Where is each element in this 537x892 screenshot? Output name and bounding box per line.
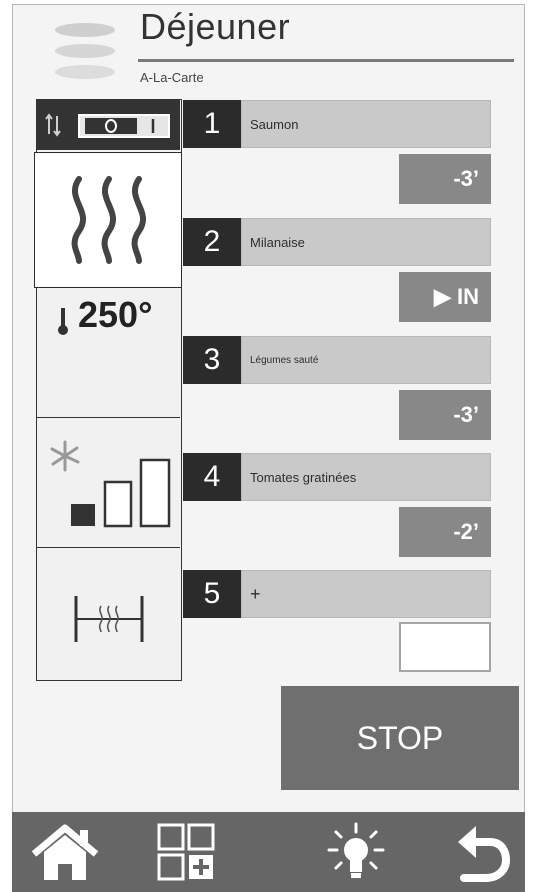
light-bulb-icon[interactable] [326, 822, 386, 884]
program-grid-add-icon[interactable] [156, 822, 216, 884]
switch-toggle-icon [45, 113, 170, 138]
heat-mode-button[interactable] [34, 152, 182, 288]
rack-level-icon [74, 596, 144, 642]
power-switch[interactable] [37, 100, 180, 150]
page-title: Déjeuner [140, 6, 291, 47]
program-name-4[interactable]: Tomates gratinées [241, 453, 491, 501]
program-time-4[interactable]: -2’ [399, 507, 491, 557]
home-icon[interactable] [30, 822, 100, 884]
program-time-1[interactable]: -3’ [399, 154, 491, 204]
page-subtitle: A-La-Carte [140, 70, 204, 85]
fan-level-bars [71, 458, 171, 528]
stop-button[interactable]: STOP [281, 686, 519, 790]
rack-level-button[interactable] [37, 550, 180, 678]
program-time-3[interactable]: -3’ [399, 390, 491, 440]
program-number-2[interactable]: 2 [183, 218, 241, 266]
add-program-bar[interactable]: + [241, 570, 491, 618]
program-name-1[interactable]: Saumon [241, 100, 491, 148]
program-number-1[interactable]: 1 [183, 100, 241, 148]
title-divider [138, 59, 514, 62]
program-name-3[interactable]: Légumes sauté [241, 336, 491, 384]
undo-arrow-icon[interactable] [452, 822, 512, 884]
program-number-4[interactable]: 4 [183, 453, 241, 501]
thermometer-icon [58, 308, 68, 335]
program-time-5[interactable] [399, 622, 491, 672]
steam-heat-icon [71, 176, 147, 264]
program-name-2[interactable]: Milanaise [241, 218, 491, 266]
program-number-3[interactable]: 3 [183, 336, 241, 384]
fan-speed-button[interactable] [37, 420, 180, 548]
program-time-2[interactable]: ▶ IN [399, 272, 491, 322]
temperature-value: 250° [78, 294, 153, 335]
program-number-5[interactable]: 5 [183, 570, 241, 618]
stacked-plates-icon [55, 23, 115, 79]
